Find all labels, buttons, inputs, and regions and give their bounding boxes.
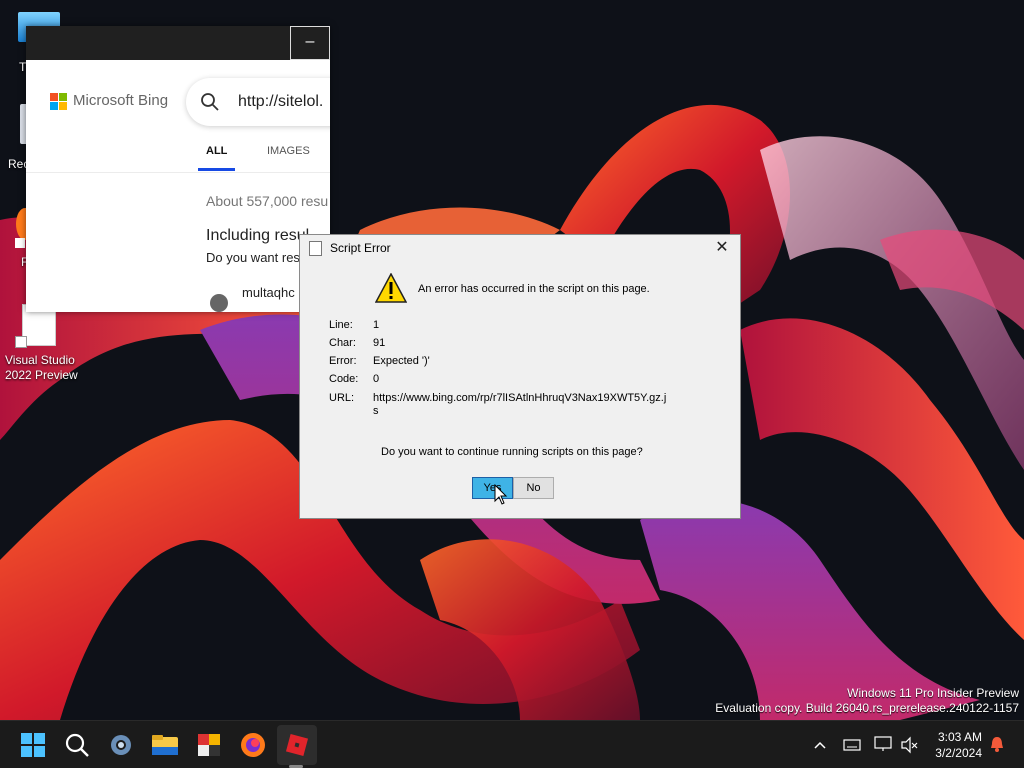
field-label-code: Code:	[329, 373, 359, 385]
field-value-char: 91	[373, 337, 386, 349]
search-icon[interactable]	[200, 92, 220, 112]
watermark-line2: Evaluation copy. Build 26040.rs_prerelea…	[715, 701, 1019, 715]
settings-icon[interactable]	[105, 729, 137, 761]
firefox-icon[interactable]	[237, 729, 269, 761]
field-label-line: Line:	[329, 319, 353, 331]
search-input[interactable]: http://sitelol.	[238, 93, 323, 111]
divider	[26, 172, 330, 173]
system-clock[interactable]: 3:03 AM 3/2/2024	[935, 729, 982, 761]
close-icon[interactable]: ✕	[710, 237, 734, 259]
desktop-icon-label-line2: 2022 Preview	[5, 368, 78, 382]
keyboard-icon[interactable]	[843, 737, 861, 753]
dialog-title: Script Error	[330, 241, 391, 255]
bing-brand[interactable]: Microsoft Bing	[73, 92, 168, 109]
warning-icon	[375, 273, 407, 303]
tab-images[interactable]: IMAGES	[267, 145, 310, 157]
clock-time: 3:03 AM	[937, 730, 982, 744]
notification-bell-icon[interactable]	[988, 735, 1006, 753]
field-value-code: 0	[373, 373, 380, 385]
search-icon[interactable]	[61, 729, 93, 761]
shortcut-arrow-icon	[15, 238, 25, 248]
app-icon[interactable]	[193, 729, 225, 761]
document-icon	[309, 241, 322, 256]
browser-window: – Microsoft Bing http://sitelol. ALL IMA…	[26, 26, 330, 312]
active-tab-indicator	[198, 168, 235, 171]
field-label-char: Char:	[329, 337, 356, 349]
desktop-icon-label-line1: Visual Studio	[5, 353, 75, 367]
field-label-error: Error:	[329, 355, 357, 367]
start-icon[interactable]	[17, 729, 49, 761]
field-value-url-cont: s	[373, 405, 379, 417]
field-label-url: URL:	[329, 392, 355, 404]
field-value-line: 1	[373, 319, 380, 331]
taskbar: 3:03 AM 3/2/2024	[0, 720, 1024, 768]
watermark-line1: Windows 11 Pro Insider Preview	[847, 686, 1019, 700]
tab-all[interactable]: ALL	[206, 145, 227, 157]
browser-titlebar[interactable]: –	[26, 26, 330, 60]
microsoft-logo-icon	[50, 93, 68, 111]
clock-date: 3/2/2024	[935, 746, 982, 760]
file-explorer-icon[interactable]	[149, 729, 181, 761]
continue-question: Do you want to continue running scripts …	[381, 446, 643, 458]
no-button[interactable]: No	[513, 477, 554, 499]
network-icon[interactable]	[874, 735, 892, 753]
result-favicon-icon	[210, 294, 228, 312]
error-message: An error has occurred in the script on t…	[418, 283, 650, 295]
roblox-icon[interactable]	[281, 729, 313, 761]
chevron-up-icon[interactable]	[812, 737, 828, 753]
volume-muted-icon[interactable]	[900, 736, 918, 754]
field-value-error: Expected ')'	[373, 355, 430, 367]
field-value-url: https://www.bing.com/rp/r7lISAtlnHhruqV3…	[373, 392, 667, 404]
mouse-cursor-icon	[494, 484, 508, 505]
shortcut-arrow-icon	[15, 336, 27, 348]
do-you-want-text: Do you want res	[206, 250, 300, 265]
including-results-text: Including resul	[206, 227, 310, 244]
script-error-dialog: Script Error ✕ An error has occurred in …	[299, 234, 741, 519]
minimize-button[interactable]: –	[290, 26, 330, 60]
result-title-link[interactable]: multaqhc	[242, 285, 295, 300]
results-count: About 557,000 resu	[206, 193, 329, 209]
